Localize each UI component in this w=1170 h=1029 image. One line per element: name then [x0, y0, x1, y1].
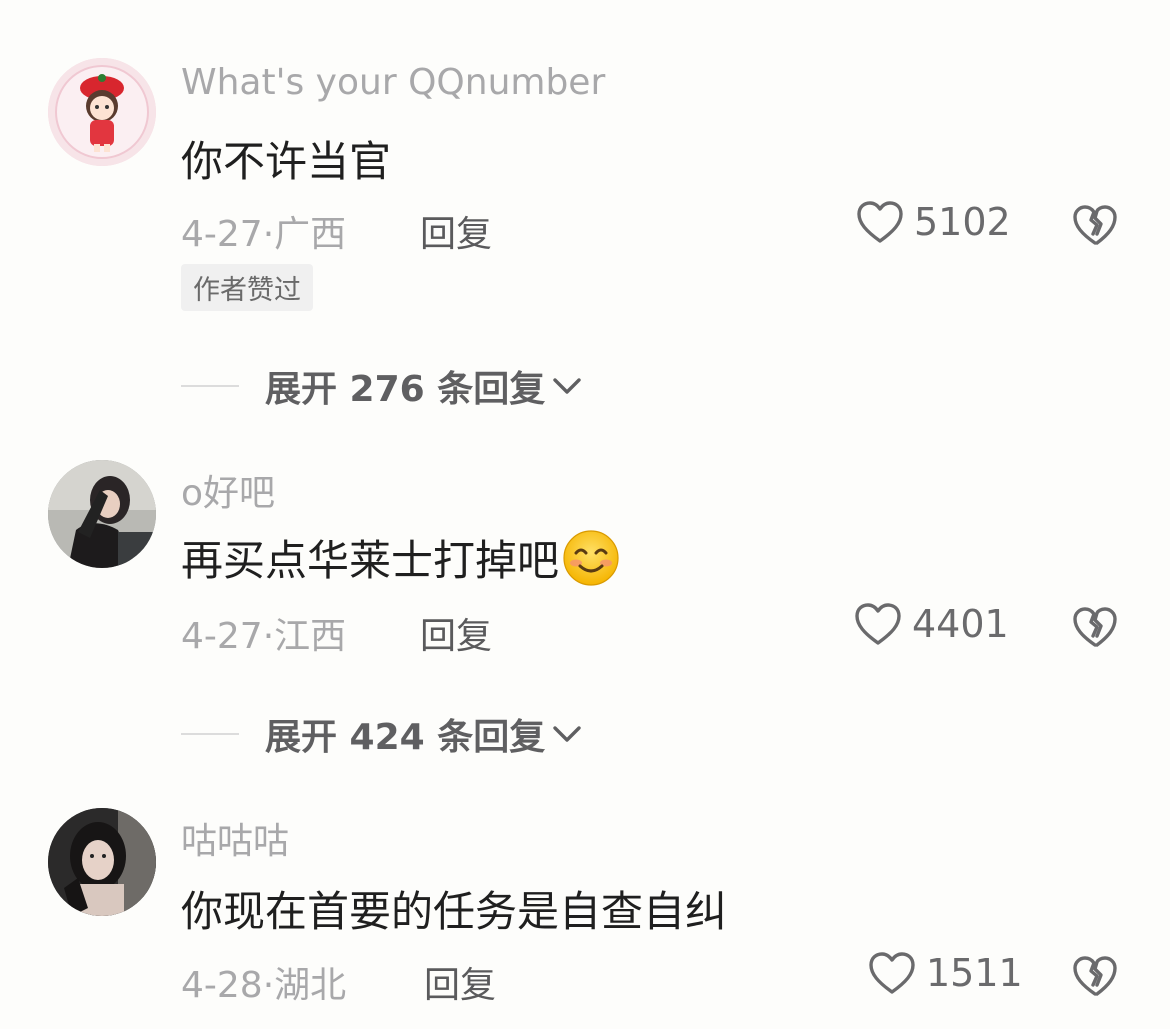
smiling-face-icon [563, 529, 619, 586]
broken-heart-icon [1073, 956, 1117, 996]
dislike-button[interactable] [1072, 204, 1118, 250]
comment-meta: 4-28·湖北 [181, 956, 346, 1008]
like-button[interactable]: 1511 [868, 951, 1023, 995]
comment-username[interactable]: 咕咕咕 [181, 812, 289, 864]
comment-date: 4-27 [181, 616, 263, 657]
reply-button[interactable]: 回复 [424, 956, 496, 1008]
meta-separator: · [262, 965, 275, 1006]
expand-divider [181, 733, 239, 735]
comment-date: 4-27 [181, 214, 263, 255]
comment-username[interactable]: o好吧 [181, 464, 275, 516]
expand-replies-button[interactable]: 展开 276 条回复 [181, 360, 583, 412]
heart-icon [855, 603, 901, 645]
author-liked-badge: 作者赞过 [181, 264, 313, 311]
broken-heart-icon [1073, 607, 1117, 647]
like-count: 5102 [914, 200, 1011, 244]
cartoon-girl-avatar-icon [48, 58, 156, 166]
meta-separator: · [262, 214, 275, 255]
expand-replies-button[interactable]: 展开 424 条回复 [181, 708, 583, 760]
comment-meta: 4-27·江西 [181, 607, 346, 659]
user-photo-icon [48, 460, 156, 568]
user-photo-icon [48, 808, 156, 916]
heart-icon [869, 952, 915, 994]
avatar[interactable] [48, 808, 156, 916]
comment-location: 江西 [274, 616, 347, 657]
comment-location: 湖北 [274, 965, 347, 1006]
broken-heart-icon [1073, 205, 1117, 245]
meta-separator: · [262, 616, 275, 657]
comment-text-content: 再买点华莱士打掉吧 [181, 536, 560, 585]
expand-divider [181, 385, 239, 387]
comment-location: 广西 [274, 214, 347, 255]
reply-button[interactable]: 回复 [420, 607, 492, 659]
comment-text: 你现在首要的任务是自查自纠 [181, 887, 728, 936]
comment-text: 你不许当官 [181, 137, 392, 186]
heart-icon [857, 201, 903, 243]
avatar[interactable] [48, 460, 156, 568]
like-count: 4401 [912, 602, 1009, 646]
comment-text: 再买点华莱士打掉吧 [181, 527, 621, 588]
like-button[interactable]: 4401 [854, 602, 1009, 646]
expand-label: 展开 276 条回复 [265, 369, 546, 410]
comment-meta: 4-27·广西 [181, 205, 346, 257]
reply-button[interactable]: 回复 [420, 205, 492, 257]
avatar[interactable] [48, 58, 156, 166]
dislike-button[interactable] [1072, 606, 1118, 652]
comment-date: 4-28 [181, 965, 263, 1006]
dislike-button[interactable] [1072, 955, 1118, 1001]
comment-username[interactable]: What's your QQnumber [181, 62, 605, 103]
like-button[interactable]: 5102 [856, 200, 1011, 244]
chevron-down-icon [553, 378, 581, 394]
chevron-down-icon [553, 726, 581, 742]
like-count: 1511 [926, 951, 1023, 995]
expand-label: 展开 424 条回复 [265, 717, 546, 758]
